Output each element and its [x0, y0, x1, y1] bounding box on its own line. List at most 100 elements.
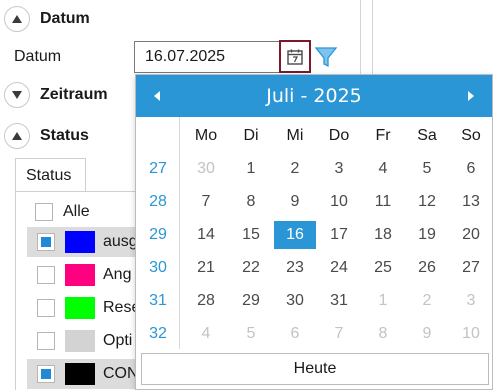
previous-month-button[interactable] [142, 75, 172, 117]
calendar-day[interactable]: 31 [318, 287, 360, 315]
calendar-day[interactable]: 1 [230, 155, 272, 183]
status-row[interactable]: CON [27, 359, 147, 389]
week-number: 29 [149, 226, 167, 243]
status-all-row[interactable]: Alle [27, 197, 147, 227]
section-title-zeitraum: Zeitraum [40, 86, 108, 103]
section-status[interactable]: Status [4, 121, 89, 151]
status-checkbox[interactable] [37, 365, 55, 383]
week-number: 31 [149, 292, 167, 309]
section-title-datum: Datum [40, 10, 90, 27]
status-checkbox[interactable] [37, 266, 55, 284]
checkbox-mark [41, 237, 51, 247]
calendar-day[interactable]: 28 [185, 287, 227, 315]
collapse-datum-button[interactable] [4, 6, 30, 32]
calendar-day[interactable]: 23 [274, 254, 316, 282]
status-checkbox[interactable] [37, 299, 55, 317]
status-color-swatch [65, 330, 95, 352]
calendar-day[interactable]: 3 [318, 155, 360, 183]
triangle-down-icon [12, 91, 22, 99]
calendar-day[interactable]: 5 [406, 155, 448, 183]
calendar-day[interactable]: 6 [450, 155, 492, 183]
today-button[interactable]: Heute [141, 353, 489, 385]
calendar-day[interactable]: 30 [274, 287, 316, 315]
status-all-label: Alle [63, 203, 90, 220]
calendar-day[interactable]: 10 [450, 320, 492, 348]
calendar-day[interactable]: 12 [406, 188, 448, 216]
weekday-header: So [461, 127, 481, 144]
week-number: 32 [149, 325, 167, 342]
weekday-header: Sa [417, 127, 437, 144]
calendar-day[interactable]: 7 [318, 320, 360, 348]
calendar-day[interactable]: 15 [230, 221, 272, 249]
calendar-day[interactable]: 9 [406, 320, 448, 348]
status-row[interactable]: Opti [27, 326, 147, 356]
calendar-day[interactable]: 3 [450, 287, 492, 315]
triangle-right-icon [468, 91, 474, 101]
calendar-day[interactable]: 17 [318, 221, 360, 249]
status-row[interactable]: ausg [27, 227, 147, 257]
weekday-header: Mi [286, 127, 304, 144]
calendar-day[interactable]: 5 [230, 320, 272, 348]
status-row[interactable]: Ang [27, 260, 147, 290]
calendar-day[interactable]: 2 [274, 155, 316, 183]
calendar-header: Juli - 2025 [136, 75, 492, 117]
checkbox-mark [41, 369, 51, 379]
calendar-day[interactable]: 22 [230, 254, 272, 282]
calendar-day[interactable]: 14 [185, 221, 227, 249]
calendar-day[interactable]: 2 [406, 287, 448, 315]
status-label: CON [103, 365, 139, 382]
funnel-icon [314, 47, 338, 68]
weekday-header: Do [328, 127, 350, 144]
calendar-day[interactable]: 21 [185, 254, 227, 282]
calendar-day[interactable]: 19 [406, 221, 448, 249]
status-color-swatch [65, 297, 95, 319]
calendar-button[interactable] [279, 40, 311, 73]
next-month-button[interactable] [456, 75, 486, 117]
calendar-day[interactable]: 13 [450, 188, 492, 216]
weekday-header: Di [243, 127, 259, 144]
calendar-day[interactable]: 7 [185, 188, 227, 216]
calendar-day[interactable]: 30 [185, 155, 227, 183]
section-zeitraum[interactable]: Zeitraum [4, 80, 108, 110]
weekday-header: Mo [194, 127, 218, 144]
week-number: 30 [149, 259, 167, 276]
calendar-day[interactable]: 10 [318, 188, 360, 216]
status-checkbox[interactable] [37, 332, 55, 350]
collapse-status-button[interactable] [4, 123, 30, 149]
calendar-day[interactable]: 25 [362, 254, 404, 282]
section-datum[interactable]: Datum [4, 4, 90, 34]
calendar-day[interactable]: 4 [185, 320, 227, 348]
calendar-day-selected[interactable]: 16 [274, 221, 316, 249]
calendar-day[interactable]: 6 [274, 320, 316, 348]
status-label: ausg [103, 233, 138, 250]
status-all-checkbox[interactable] [35, 203, 53, 221]
section-title-status: Status [40, 127, 89, 144]
calendar-day[interactable]: 8 [230, 188, 272, 216]
calendar-icon [287, 49, 303, 65]
triangle-up-icon [12, 132, 22, 140]
date-input[interactable]: 16.07.2025 [134, 41, 280, 73]
calendar-day[interactable]: 1 [362, 287, 404, 315]
calendar-day[interactable]: 11 [362, 188, 404, 216]
calendar-day[interactable]: 18 [362, 221, 404, 249]
status-color-swatch [65, 264, 95, 286]
status-row[interactable]: Rese [27, 293, 147, 323]
week-number: 28 [149, 193, 167, 210]
date-picker-popup: Juli - 2025 Mo Di Mi Do Fr Sa So 27 30 1 2 3 4 5 6 28 7 8… [135, 74, 493, 390]
weekday-header: Fr [375, 127, 391, 144]
calendar-day[interactable]: 24 [318, 254, 360, 282]
tab-status[interactable]: Status [15, 158, 86, 192]
datum-field-label: Datum [14, 48, 62, 65]
calendar-day[interactable]: 9 [274, 188, 316, 216]
calendar-day[interactable]: 8 [362, 320, 404, 348]
calendar-day[interactable]: 26 [406, 254, 448, 282]
status-checkbox[interactable] [37, 233, 55, 251]
expand-zeitraum-button[interactable] [4, 82, 30, 108]
calendar-day[interactable]: 4 [362, 155, 404, 183]
calendar-day[interactable]: 27 [450, 254, 492, 282]
calendar-day[interactable]: 20 [450, 221, 492, 249]
filter-button[interactable] [313, 44, 339, 70]
week-number: 27 [149, 160, 167, 177]
calendar-day[interactable]: 29 [230, 287, 272, 315]
calendar-month-title[interactable]: Juli - 2025 [266, 85, 362, 107]
